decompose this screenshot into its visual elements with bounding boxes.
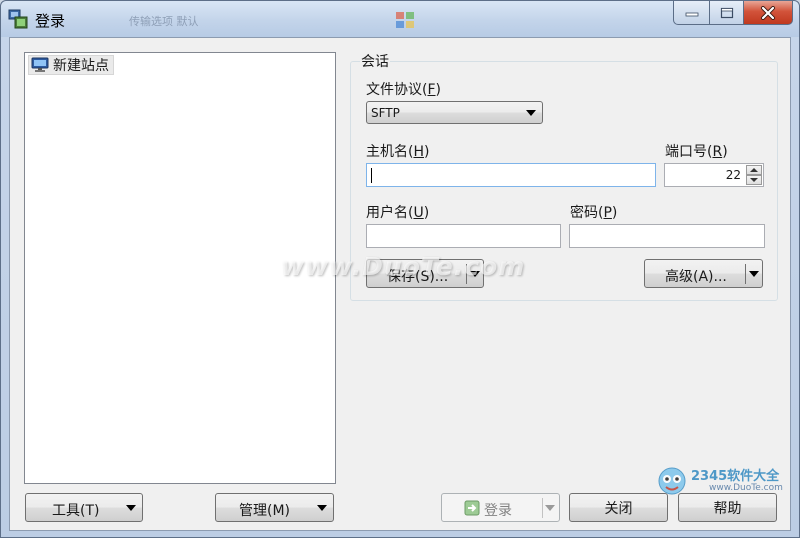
brand-watermark-text: 2345软件大全 [691,469,780,484]
advanced-button[interactable]: 高级(A)... [644,259,763,288]
chevron-down-icon [526,110,536,116]
tools-button[interactable]: 工具(T) [25,493,143,522]
protocol-value: SFTP [371,105,400,120]
advanced-button-separator [745,264,746,284]
username-input[interactable] [366,224,561,248]
tree-item-new-site[interactable]: 新建站点 [28,55,114,75]
host-label-text: 主机名 [366,144,408,160]
mascot-icon [658,467,686,495]
site-watermark: www.DuoTe.com [281,252,526,281]
port-value: 22 [725,168,741,182]
port-stepper[interactable]: 22 [664,163,764,187]
arrow-up-icon [750,168,758,172]
tree-item-label: 新建站点 [53,58,109,74]
winscp-app-icon [8,9,28,29]
close-icon [761,5,775,20]
port-label: 端口号(R) [665,144,728,160]
port-accel: R [712,144,723,160]
port-label-text: 端口号 [665,144,707,160]
title-bar[interactable]: 登录 传输选项 默认 [1,1,799,37]
password-accel: P [603,205,612,221]
window-controls [673,1,793,25]
window-title: 登录 [35,12,66,30]
minimize-icon [685,12,698,16]
brand-watermark-url: www.DuoTe.com [709,483,783,493]
dialog-client-area: 新建站点 会话 文件协议(F) SFTP 主机名(H) 端口号(R) 22 用户… [9,37,791,531]
port-decrement-button[interactable] [746,175,762,185]
user-label: 用户名(U) [366,205,430,221]
chevron-down-icon [749,271,759,277]
login-button-label: 登录 [484,503,512,519]
manage-button[interactable]: 管理(M) [215,493,334,522]
computer-icon [31,57,49,72]
close-window-button[interactable] [743,1,793,25]
chevron-down-icon [126,505,136,511]
host-accel: H [413,144,424,160]
tools-button-label: 工具(T) [52,503,100,519]
manage-button-label: 管理(M) [239,503,291,519]
background-window-icon [396,12,414,28]
minimize-button[interactable] [673,1,709,25]
maximize-button[interactable] [709,1,743,25]
protocol-select[interactable]: SFTP [366,101,543,124]
protocol-label: 文件协议(F) [366,82,441,98]
login-window: 登录 传输选项 默认 新建站点 会话 文件协议(F) SFTP 主机名(H) 端… [0,0,800,538]
user-label-text: 用户名 [366,205,408,221]
password-label: 密码(P) [570,205,618,221]
advanced-button-label: 高级(A)... [665,269,727,285]
text-caret [371,168,372,183]
maximize-icon [720,7,733,18]
chevron-down-icon [317,505,327,511]
login-button[interactable]: 登录 [441,493,560,522]
brand-watermark: 2345软件大全 www.DuoTe.com [651,463,799,537]
password-input[interactable] [569,224,765,248]
protocol-label-text: 文件协议 [366,82,422,98]
close-button-label: 关闭 [604,500,633,517]
login-button-separator [542,498,543,518]
chevron-down-icon [545,505,555,511]
session-group-label: 会话 [360,51,390,71]
login-icon [464,500,480,516]
port-increment-button[interactable] [746,165,762,175]
host-label: 主机名(H) [366,144,430,160]
user-accel: U [413,205,424,221]
background-window-title: 传输选项 默认 [129,15,199,28]
protocol-accel: F [427,82,436,98]
host-input[interactable] [366,163,656,187]
password-label-text: 密码 [570,205,598,221]
arrow-down-icon [750,178,758,182]
